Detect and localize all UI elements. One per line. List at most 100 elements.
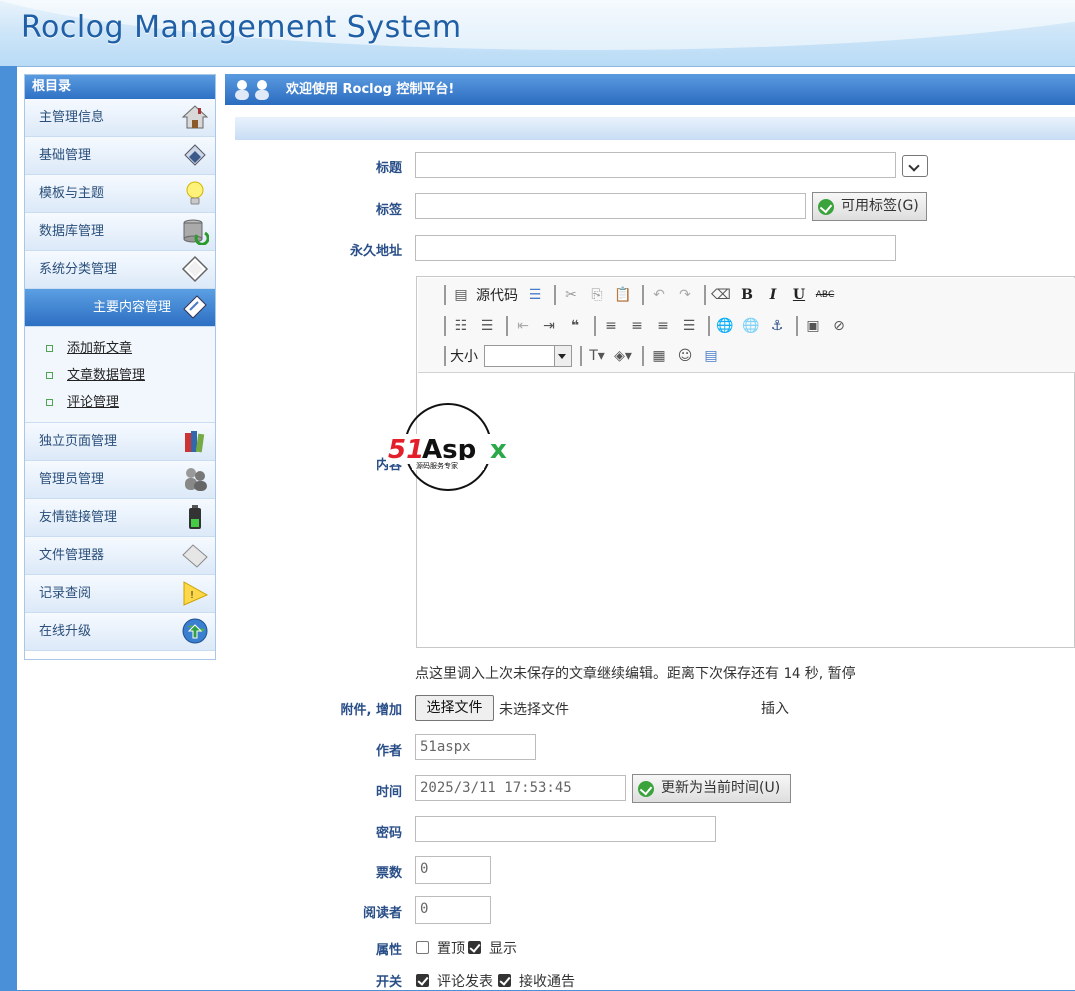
link-icon[interactable]: 🌐 [714, 315, 736, 337]
smiley-icon[interactable]: ☺ [674, 345, 696, 367]
toolbar-separator [796, 316, 798, 336]
svg-text:x: x [490, 435, 507, 465]
votes-input[interactable]: 0 [415, 856, 491, 884]
toolbar-separator [580, 346, 582, 366]
available-tags-button-label: 可用标签(G) [841, 198, 919, 214]
bold-icon[interactable]: B [736, 284, 758, 306]
autosave-hint[interactable]: 点这里调入上次未保存的文章继续编辑。距离下次保存还有 14 秒, 暂停 [415, 663, 856, 683]
align-justify-icon[interactable]: ☰ [678, 315, 700, 337]
rich-text-editor[interactable]: ▤ 源代码 ☰ ✂ ⎘ 📋 ↶ ↷ ⌫ B I U ABC ☷ ☰ ⇤ ⇥ ❝ ≡ [416, 276, 1075, 648]
sidebar-item-main-info[interactable]: 主管理信息 [25, 99, 215, 137]
sidebar-item-upgrade[interactable]: 在线升级 [25, 613, 215, 651]
password-input[interactable] [415, 816, 716, 842]
cut-icon[interactable]: ✂ [560, 284, 582, 306]
show-checkbox[interactable] [468, 941, 481, 954]
show-label: 显示 [489, 941, 517, 957]
available-tags-button[interactable]: 可用标签(G) [812, 192, 927, 221]
globe-icon [182, 618, 208, 644]
subnav-add-article[interactable]: 添加新文章 [25, 335, 215, 362]
editor-toolbar: ▤ 源代码 ☰ ✂ ⎘ 📋 ↶ ↷ ⌫ B I U ABC ☷ ☰ ⇤ ⇥ ❝ ≡ [418, 278, 1075, 373]
sidebar-item-pages[interactable]: 独立页面管理 [25, 423, 215, 461]
database-icon [183, 219, 209, 245]
subnav-label: 添加新文章 [67, 341, 133, 356]
toolbar-separator [708, 316, 710, 336]
readers-label: 阅读者 [362, 906, 402, 921]
copy-icon[interactable]: ⎘ [586, 284, 608, 306]
font-size-select[interactable] [484, 345, 572, 367]
strikethrough-icon[interactable]: ABC [814, 284, 836, 306]
toolbar-row-2: ☷ ☰ ⇤ ⇥ ❝ ≡ ≡ ≡ ☰ 🌐 🌐 ⚓ ▣ ⊘ [440, 314, 854, 338]
unlink-icon[interactable]: 🌐 [740, 315, 762, 337]
text-color-icon[interactable]: T▾ [586, 345, 608, 367]
toolbar-separator [594, 316, 596, 336]
warning-icon: ! [183, 581, 209, 606]
page-break-icon[interactable]: ▤ [700, 345, 722, 367]
outdent-icon[interactable]: ⇤ [512, 315, 534, 337]
pin-top-label: 置顶 [437, 941, 465, 957]
document-edit-icon [183, 295, 207, 319]
toolbar-separator [642, 285, 644, 305]
receive-notify-checkbox[interactable] [498, 974, 511, 987]
indent-icon[interactable]: ⇥ [538, 315, 560, 337]
sidebar-item-content[interactable]: 主要内容管理 [25, 289, 215, 327]
redo-icon[interactable]: ↷ [674, 284, 696, 306]
attachment-label[interactable]: 附件, 增加 [282, 699, 402, 718]
tag-icon [181, 255, 209, 283]
title-input[interactable] [415, 152, 896, 178]
unordered-list-icon[interactable]: ☰ [476, 315, 498, 337]
image-icon[interactable]: ▣ [802, 315, 824, 337]
sidebar-subnav: 添加新文章 文章数据管理 评论管理 [25, 327, 215, 423]
allow-comment-label: 评论发表 [437, 974, 493, 990]
toolbar-separator [444, 346, 446, 366]
title-dropdown-button[interactable] [902, 155, 928, 177]
choose-file-button[interactable]: 选择文件 [415, 695, 494, 721]
sidebar-item-label: 主要内容管理 [92, 300, 171, 315]
sidebar-item-files[interactable]: 文件管理器 [25, 537, 215, 575]
time-input[interactable]: 2025/3/11 17:53:45 [415, 775, 626, 801]
source-code-label[interactable]: 源代码 [476, 285, 518, 305]
sidebar-item-database[interactable]: 数据库管理 [25, 213, 215, 251]
sidebar-item-admins[interactable]: 管理员管理 [25, 461, 215, 499]
allow-comment-checkbox[interactable] [416, 974, 429, 987]
permalink-input[interactable] [415, 235, 896, 261]
sidebar-item-category[interactable]: 系统分类管理 [25, 251, 215, 289]
toolbar-separator [642, 346, 644, 366]
subnav-comments[interactable]: 评论管理 [25, 389, 215, 416]
insert-link[interactable]: 插入 [761, 698, 789, 718]
update-time-button[interactable]: 更新为当前时间(U) [632, 774, 791, 803]
flash-icon[interactable]: ⊘ [828, 315, 850, 337]
sidebar-header: 根目录 [25, 75, 215, 99]
paste-icon[interactable]: 📋 [612, 284, 634, 306]
ordered-list-icon[interactable]: ☷ [450, 315, 472, 337]
background-color-icon[interactable]: ◈▾ [612, 345, 634, 367]
table-icon[interactable]: ▦ [648, 345, 670, 367]
align-left-icon[interactable]: ≡ [600, 315, 622, 337]
eraser-icon[interactable]: ⌫ [710, 284, 732, 306]
tags-label: 标签 [375, 203, 402, 218]
blockquote-icon[interactable]: ❝ [564, 315, 586, 337]
sidebar-item-label: 模板与主题 [39, 186, 105, 201]
underline-icon[interactable]: U [788, 284, 810, 306]
sidebar-item-templates[interactable]: 模板与主题 [25, 175, 215, 213]
sidebar-item-logs[interactable]: 记录查阅 ! [25, 575, 215, 613]
subnav-article-data[interactable]: 文章数据管理 [25, 362, 215, 389]
check-icon [818, 199, 834, 215]
house-icon [181, 105, 209, 129]
tags-input[interactable] [415, 193, 806, 219]
align-right-icon[interactable]: ≡ [652, 315, 674, 337]
source-code-icon[interactable]: ▤ [450, 284, 472, 306]
pin-top-checkbox[interactable] [416, 941, 429, 954]
sidebar-item-basic[interactable]: 基础管理 [25, 137, 215, 175]
anchor-icon[interactable]: ⚓ [766, 315, 788, 337]
template-icon[interactable]: ☰ [524, 284, 546, 306]
undo-icon[interactable]: ↶ [648, 284, 670, 306]
check-icon [638, 781, 654, 797]
lightbulb-icon [186, 181, 204, 205]
app-title: Roclog Management System [21, 10, 462, 45]
font-size-label: 大小 [450, 349, 478, 365]
sidebar-item-links[interactable]: 友情链接管理 [25, 499, 215, 537]
readers-input[interactable]: 0 [415, 896, 491, 924]
author-input[interactable]: 51aspx [415, 734, 536, 760]
italic-icon[interactable]: I [762, 284, 784, 306]
align-center-icon[interactable]: ≡ [626, 315, 648, 337]
